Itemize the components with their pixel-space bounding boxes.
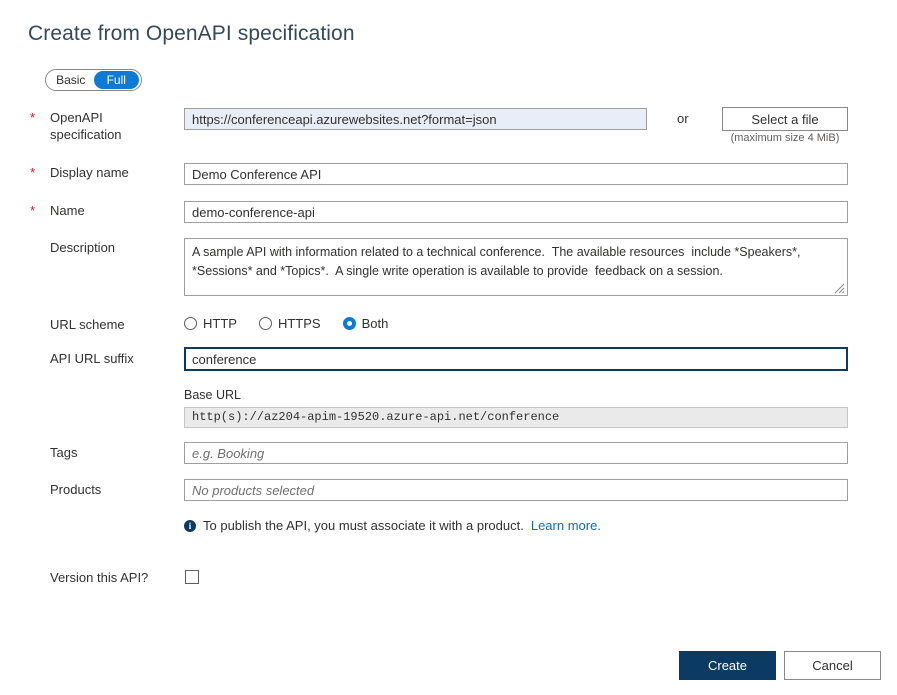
publish-api-notice: i To publish the API, you must associate…: [184, 518, 601, 533]
info-icon: i: [184, 519, 196, 532]
url-scheme-option-both-label: Both: [361, 316, 389, 331]
openapi-spec-required-marker: *: [30, 110, 36, 125]
products-label: Products: [50, 482, 102, 497]
radio-mark-selected-icon: [342, 317, 356, 330]
version-api-checkbox[interactable]: [185, 570, 199, 584]
api-url-suffix-label: API URL suffix: [50, 351, 134, 366]
url-scheme-label: URL scheme: [50, 317, 125, 332]
select-a-file-button[interactable]: Select a file: [722, 107, 848, 131]
products-input[interactable]: [184, 479, 848, 501]
tags-input[interactable]: [184, 442, 848, 464]
url-scheme-option-http[interactable]: HTTP: [184, 316, 237, 331]
url-scheme-radio-group: HTTP HTTPS Both: [184, 316, 388, 331]
display-name-input[interactable]: [184, 163, 848, 185]
openapi-spec-label-line2: specification: [50, 127, 122, 142]
mode-toggle-basic[interactable]: Basic: [48, 71, 94, 89]
api-url-suffix-input[interactable]: [184, 347, 848, 371]
mode-toggle-full[interactable]: Full: [93, 71, 139, 89]
openapi-spec-label: OpenAPI: [50, 110, 103, 125]
radio-mark-icon: [184, 317, 197, 330]
cancel-button[interactable]: Cancel: [784, 651, 881, 680]
display-name-label: Display name: [50, 165, 129, 180]
create-button[interactable]: Create: [679, 651, 776, 680]
version-api-label: Version this API?: [50, 570, 149, 585]
learn-more-link[interactable]: Learn more.: [531, 518, 601, 533]
description-textarea[interactable]: [184, 238, 848, 296]
or-separator-label: or: [677, 111, 689, 126]
url-scheme-option-http-label: HTTP: [203, 316, 237, 331]
radio-mark-icon: [258, 317, 272, 330]
url-scheme-option-both[interactable]: Both: [342, 316, 389, 331]
publish-api-notice-text: To publish the API, you must associate i…: [203, 518, 524, 533]
max-file-size-note: (maximum size 4 MiB): [730, 132, 840, 144]
name-required-marker: *: [30, 203, 36, 218]
tags-label: Tags: [50, 445, 78, 460]
display-name-required-marker: *: [30, 165, 36, 180]
openapi-spec-input[interactable]: [184, 108, 647, 130]
base-url-value: http(s)://az204-apim-19520.azure-api.net…: [184, 407, 848, 428]
name-label: Name: [50, 203, 85, 218]
mode-toggle[interactable]: Basic Full: [45, 69, 142, 91]
name-input[interactable]: [184, 201, 848, 223]
page-title: Create from OpenAPI specification: [28, 22, 355, 45]
url-scheme-option-https-label: HTTPS: [277, 316, 321, 331]
base-url-label: Base URL: [184, 388, 241, 402]
url-scheme-option-https[interactable]: HTTPS: [258, 316, 321, 331]
description-label: Description: [50, 240, 116, 255]
